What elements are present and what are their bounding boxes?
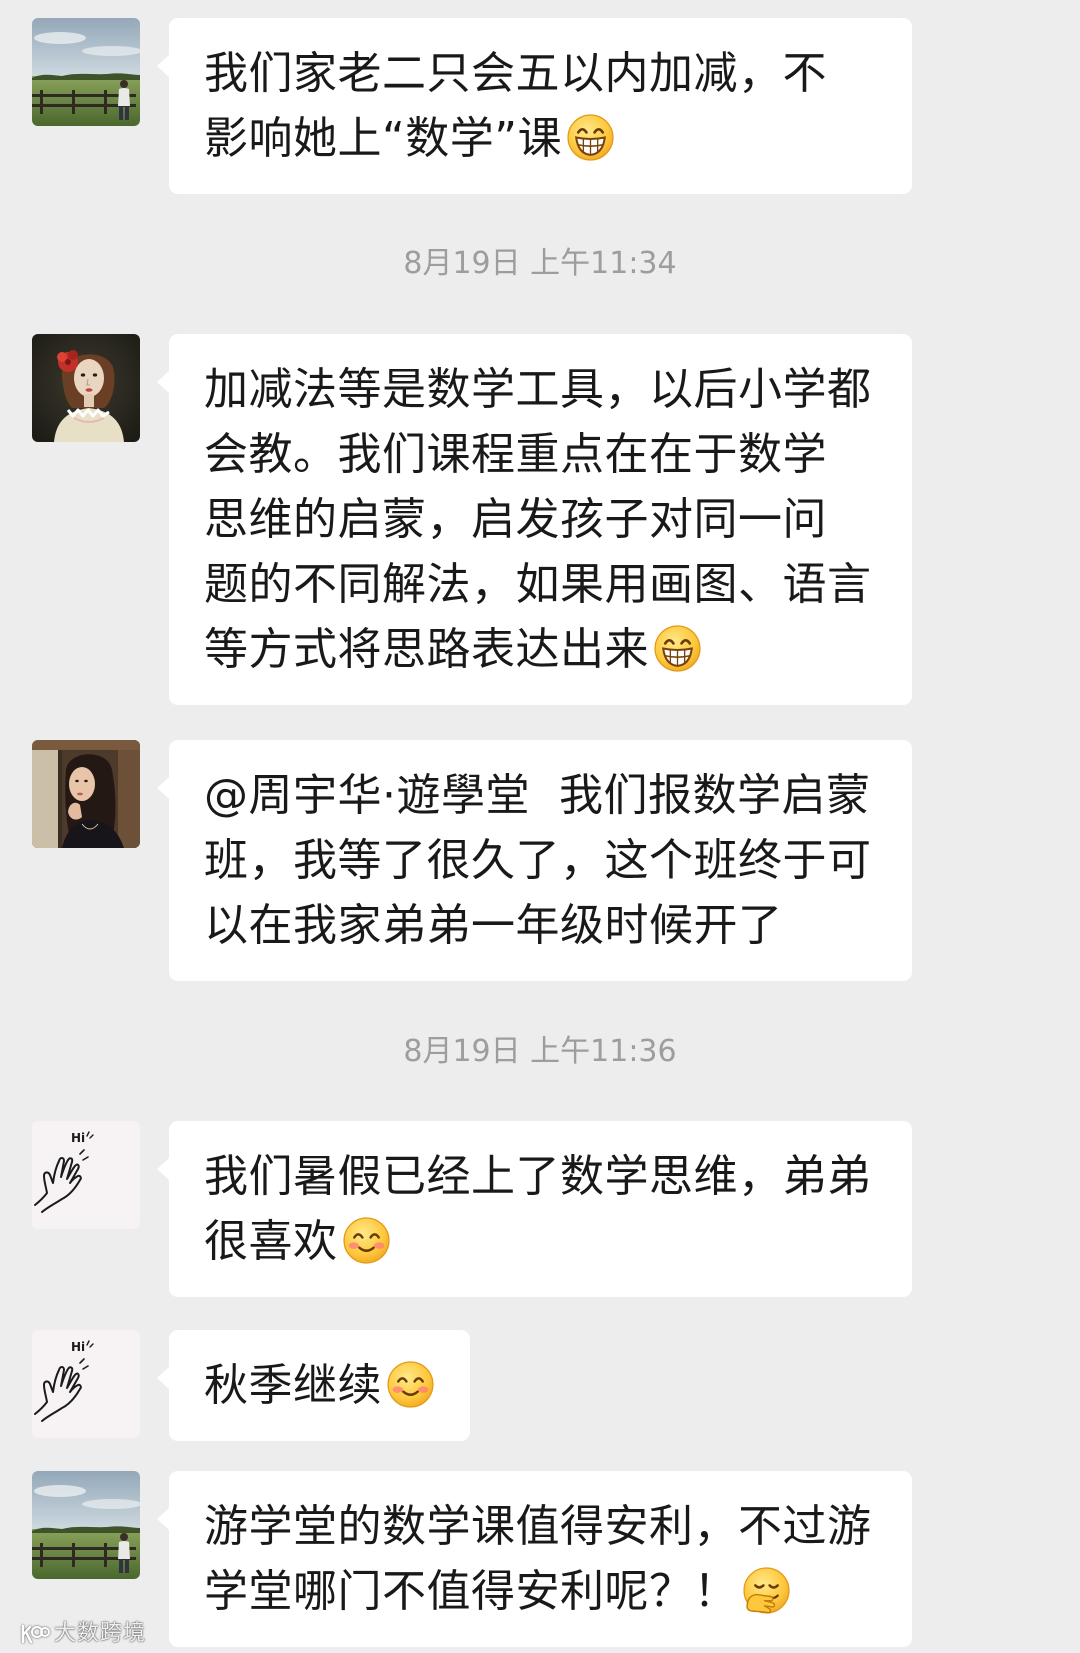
message-text: 我们暑假已经上了数学思维，弟弟: [204, 1151, 872, 1202]
landscape-photo-avatar: [32, 18, 140, 126]
message-text: 班，我等了很久了，这个班终于可: [204, 835, 872, 886]
message-bubble[interactable]: 秋季继续: [157, 1330, 470, 1441]
landscape-photo-avatar: [32, 1471, 140, 1579]
message-line: 秋季继续: [204, 1353, 435, 1418]
message-line: 题的不同解法，如果用画图、语言: [204, 552, 877, 617]
smiling-face-icon: [386, 1360, 435, 1409]
message-bubble[interactable]: 加减法等是数学工具，以后小学都 会教。我们课程重点在在于数学 思维的启蒙，启发孩…: [157, 334, 912, 705]
message-line: 会教。我们课程重点在在于数学: [204, 422, 877, 487]
message-text: 学堂哪门不值得安利呢？！: [204, 1566, 738, 1617]
message-text: 会教。我们课程重点在在于数学: [204, 429, 827, 480]
hi-hand-drawing-avatar: Hi: [32, 1121, 140, 1229]
message-line: 影响她上“数学”课: [204, 106, 877, 171]
watermark-text: 大数跨境: [54, 1621, 147, 1646]
grinning-face-icon: [566, 113, 615, 162]
message-text: 以在我家弟弟一年级时候开了: [204, 900, 783, 951]
avatar-woman-photo[interactable]: [32, 740, 140, 848]
timestamp: 8月19日 上午11:34: [403, 246, 677, 281]
grinning-face-icon: [653, 624, 702, 673]
watermark: 大数跨境: [20, 1620, 146, 1648]
hand-over-mouth-face-icon: [742, 1566, 791, 1615]
message-line: 游学堂的数学课值得安利，不过游: [204, 1494, 877, 1559]
message-line: 加减法等是数学工具，以后小学都: [204, 357, 877, 422]
avatar-landscape-photo[interactable]: [32, 18, 140, 126]
message-line: 很喜欢: [204, 1209, 877, 1274]
avatar-painted-girl[interactable]: [32, 334, 140, 442]
message-text: 秋季继续: [204, 1360, 382, 1411]
message-line: @周宇华·遊學堂 我们报数学启蒙: [204, 763, 877, 828]
hi-hand-drawing-avatar: Hi: [32, 1330, 140, 1438]
message-text: 加减法等是数学工具，以后小学都: [204, 364, 872, 415]
message-bubble[interactable]: 我们家老二只会五以内加减，不 影响她上“数学”课: [157, 18, 912, 194]
message-line: 我们家老二只会五以内加减，不: [204, 41, 877, 106]
message-line: 等方式将思路表达出来: [204, 617, 877, 682]
chat-screen: 我们家老二只会五以内加减，不 影响她上“数学”课 8月19日 上午11:34 加…: [0, 0, 1080, 1653]
message-text: 我们家老二只会五以内加减，不: [204, 48, 827, 99]
message-row: 游学堂的数学课值得安利，不过游 学堂哪门不值得安利呢？！: [0, 1471, 1080, 1647]
message-text: 影响她上“数学”课: [204, 113, 563, 164]
message-line: 班，我等了很久了，这个班终于可: [204, 828, 877, 893]
message-text: 很喜欢: [204, 1216, 338, 1267]
message-line: 思维的启蒙，启发孩子对同一问: [204, 487, 877, 552]
message-text: 题的不同解法，如果用画图、语言: [204, 559, 872, 610]
woman-photo-avatar: [32, 740, 140, 848]
message-row: 加减法等是数学工具，以后小学都 会教。我们课程重点在在于数学 思维的启蒙，启发孩…: [0, 334, 1080, 705]
avatar-hi-lettering: Hi: [71, 1131, 85, 1145]
message-text: 思维的启蒙，启发孩子对同一问: [204, 494, 827, 545]
message-text: 游学堂的数学课值得安利，不过游: [204, 1501, 872, 1552]
message-row: @周宇华·遊學堂 我们报数学启蒙 班，我等了很久了，这个班终于可 以在我家弟弟一…: [0, 740, 1080, 981]
painted-girl-avatar: [32, 334, 140, 442]
avatar-hi-hand-drawing[interactable]: Hi: [32, 1330, 140, 1438]
message-bubble[interactable]: 我们暑假已经上了数学思维，弟弟 很喜欢: [157, 1121, 912, 1297]
message-row: Hi 我们暑假已经上了数学思维，弟弟 很喜欢: [0, 1121, 1080, 1297]
message-text: 等方式将思路表达出来: [204, 624, 649, 675]
smiling-face-icon: [342, 1216, 391, 1265]
message-line: 学堂哪门不值得安利呢？！: [204, 1559, 877, 1624]
avatar-landscape-photo[interactable]: [32, 1471, 140, 1579]
avatar-hi-hand-drawing[interactable]: Hi: [32, 1121, 140, 1229]
message-row: 我们家老二只会五以内加减，不 影响她上“数学”课: [0, 18, 1080, 194]
avatar-hi-lettering: Hi: [71, 1340, 85, 1354]
message-line: 我们暑假已经上了数学思维，弟弟: [204, 1144, 877, 1209]
watermark-logo-icon: [21, 1624, 50, 1644]
message-row: Hi 秋季继续: [0, 1330, 1080, 1441]
message-bubble[interactable]: 游学堂的数学课值得安利，不过游 学堂哪门不值得安利呢？！: [157, 1471, 912, 1647]
message-text: @周宇华·遊學堂 我们报数学启蒙: [204, 770, 871, 821]
message-bubble[interactable]: @周宇华·遊學堂 我们报数学启蒙 班，我等了很久了，这个班终于可 以在我家弟弟一…: [157, 740, 912, 981]
message-line: 以在我家弟弟一年级时候开了: [204, 893, 877, 958]
timestamp: 8月19日 上午11:36: [403, 1034, 677, 1069]
